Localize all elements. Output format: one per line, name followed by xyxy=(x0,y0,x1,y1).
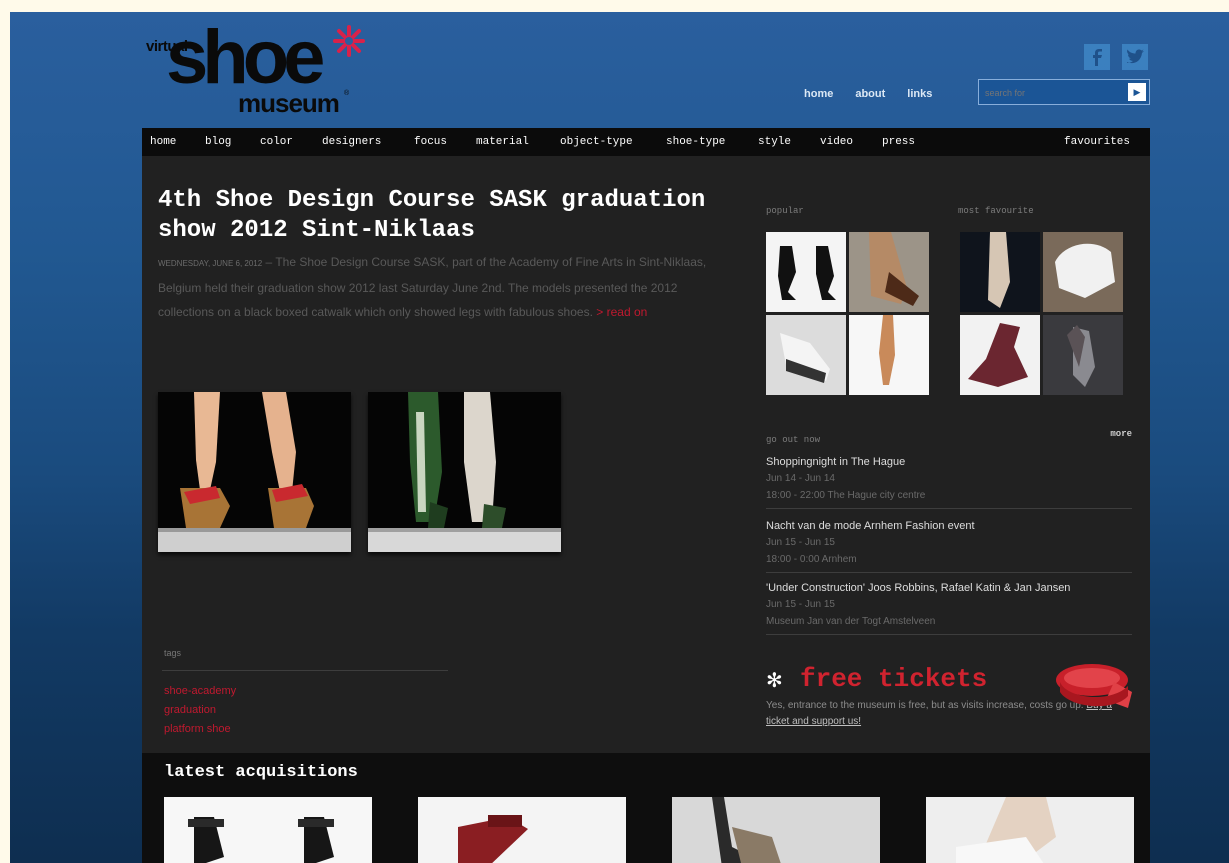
events-label: go out now xyxy=(766,435,821,445)
article-photo[interactable] xyxy=(368,392,561,552)
most-favourite-grid xyxy=(960,232,1123,395)
nav-item-video[interactable]: video xyxy=(820,136,853,148)
nav-item-designers[interactable]: designers xyxy=(322,136,381,148)
tags-divider xyxy=(162,670,448,671)
tag-link[interactable]: shoe-academy xyxy=(164,682,236,701)
favourite-thumb[interactable] xyxy=(960,232,1040,312)
acquisition-card[interactable] xyxy=(164,797,372,863)
tag-list: shoe-academy graduation platform shoe xyxy=(164,682,236,739)
event-item[interactable]: 'Under Construction' Joos Robbins, Rafae… xyxy=(766,580,1132,635)
acquisition-card[interactable] xyxy=(418,797,626,863)
nav-item-style[interactable]: style xyxy=(758,136,791,148)
event-info: Museum Jan van der Togt Amstelveen xyxy=(766,616,936,627)
free-tickets-body: Yes, entrance to the museum is free, but… xyxy=(766,700,1084,711)
facebook-icon[interactable] xyxy=(1084,44,1110,70)
nav-item-object-type[interactable]: object-type xyxy=(560,136,633,148)
event-info: 18:00 - 22:00 The Hague city centre xyxy=(766,490,926,501)
top-link-home[interactable]: home xyxy=(804,88,833,100)
ticket-roll-icon xyxy=(1056,664,1132,708)
event-dates: Jun 15 - Jun 15 xyxy=(766,599,835,610)
event-item[interactable]: Nacht van de mode Arnhem Fashion event J… xyxy=(766,518,1132,573)
nav-item-favourites[interactable]: favourites xyxy=(1064,136,1130,148)
article-title[interactable]: 4th Shoe Design Course SASK graduation s… xyxy=(158,186,718,246)
popular-grid xyxy=(766,232,929,395)
search-go-button[interactable]: ▶ xyxy=(1128,83,1146,101)
nav-item-blog[interactable]: blog xyxy=(205,136,231,148)
event-title[interactable]: Nacht van de mode Arnhem Fashion event xyxy=(766,518,1132,534)
read-more-link[interactable]: > read on xyxy=(596,305,647,319)
page-frame: virtual shoe museum ® home about links ▶… xyxy=(10,12,1229,863)
search-box: ▶ xyxy=(978,79,1150,105)
nav-item-color[interactable]: color xyxy=(260,136,293,148)
popular-thumb[interactable] xyxy=(766,232,846,312)
favourite-thumb[interactable] xyxy=(1043,315,1123,395)
tags-label: tags xyxy=(164,648,182,658)
flower-star-icon xyxy=(333,25,365,57)
event-dates: Jun 14 - Jun 14 xyxy=(766,473,835,484)
nav-item-material[interactable]: material xyxy=(476,136,529,148)
acquisition-card[interactable] xyxy=(926,797,1134,863)
most-favourite-label: most favourite xyxy=(958,206,1034,216)
popular-thumb[interactable] xyxy=(849,232,929,312)
twitter-icon[interactable] xyxy=(1122,44,1148,70)
nav-item-shoe-type[interactable]: shoe-type xyxy=(666,136,725,148)
event-item[interactable]: Shoppingnight in The Hague Jun 14 - Jun … xyxy=(766,454,1132,509)
favourite-thumb[interactable] xyxy=(1043,232,1123,312)
events-more-link[interactable]: more xyxy=(1110,429,1132,439)
main-nav: home blog color designers focus material… xyxy=(142,128,1150,156)
site-logo[interactable]: virtual shoe museum ® xyxy=(146,20,376,120)
article-excerpt: WEDNESDAY, JUNE 6, 2012 – The Shoe Desig… xyxy=(158,250,718,324)
events-header: go out now more xyxy=(766,429,1132,447)
search-input[interactable] xyxy=(983,84,1127,102)
free-tickets-heading[interactable]: free tickets xyxy=(800,664,987,694)
event-title[interactable]: 'Under Construction' Joos Robbins, Rafae… xyxy=(766,580,1132,596)
logo-registered: ® xyxy=(344,90,350,97)
nav-item-press[interactable]: press xyxy=(882,136,915,148)
latest-acquisitions: latest acquisitions xyxy=(142,753,1150,863)
logo-museum: museum xyxy=(238,88,340,118)
event-info: 18:00 - 0:00 Arnhem xyxy=(766,554,857,565)
main-content: 4th Shoe Design Course SASK graduation s… xyxy=(142,156,1150,753)
favourite-thumb[interactable] xyxy=(960,315,1040,395)
event-dates: Jun 15 - Jun 15 xyxy=(766,537,835,548)
article-date: WEDNESDAY, JUNE 6, 2012 xyxy=(158,259,263,268)
top-link-links[interactable]: links xyxy=(907,88,932,100)
popular-thumb[interactable] xyxy=(849,315,929,395)
top-links: home about links xyxy=(804,88,932,100)
tag-link[interactable]: graduation xyxy=(164,701,236,720)
acquisitions-heading: latest acquisitions xyxy=(164,763,358,782)
acquisition-card[interactable] xyxy=(672,797,880,863)
nav-item-home[interactable]: home xyxy=(150,136,176,148)
nav-item-focus[interactable]: focus xyxy=(414,136,447,148)
popular-thumb[interactable] xyxy=(766,315,846,395)
popular-label: popular xyxy=(766,206,804,216)
top-link-about[interactable]: about xyxy=(855,88,885,100)
asterisk-icon: ✻ xyxy=(766,670,783,692)
logo-shoe: shoe xyxy=(166,15,325,100)
event-title[interactable]: Shoppingnight in The Hague xyxy=(766,454,1132,470)
tag-link[interactable]: platform shoe xyxy=(164,720,236,739)
article-photo[interactable] xyxy=(158,392,351,552)
